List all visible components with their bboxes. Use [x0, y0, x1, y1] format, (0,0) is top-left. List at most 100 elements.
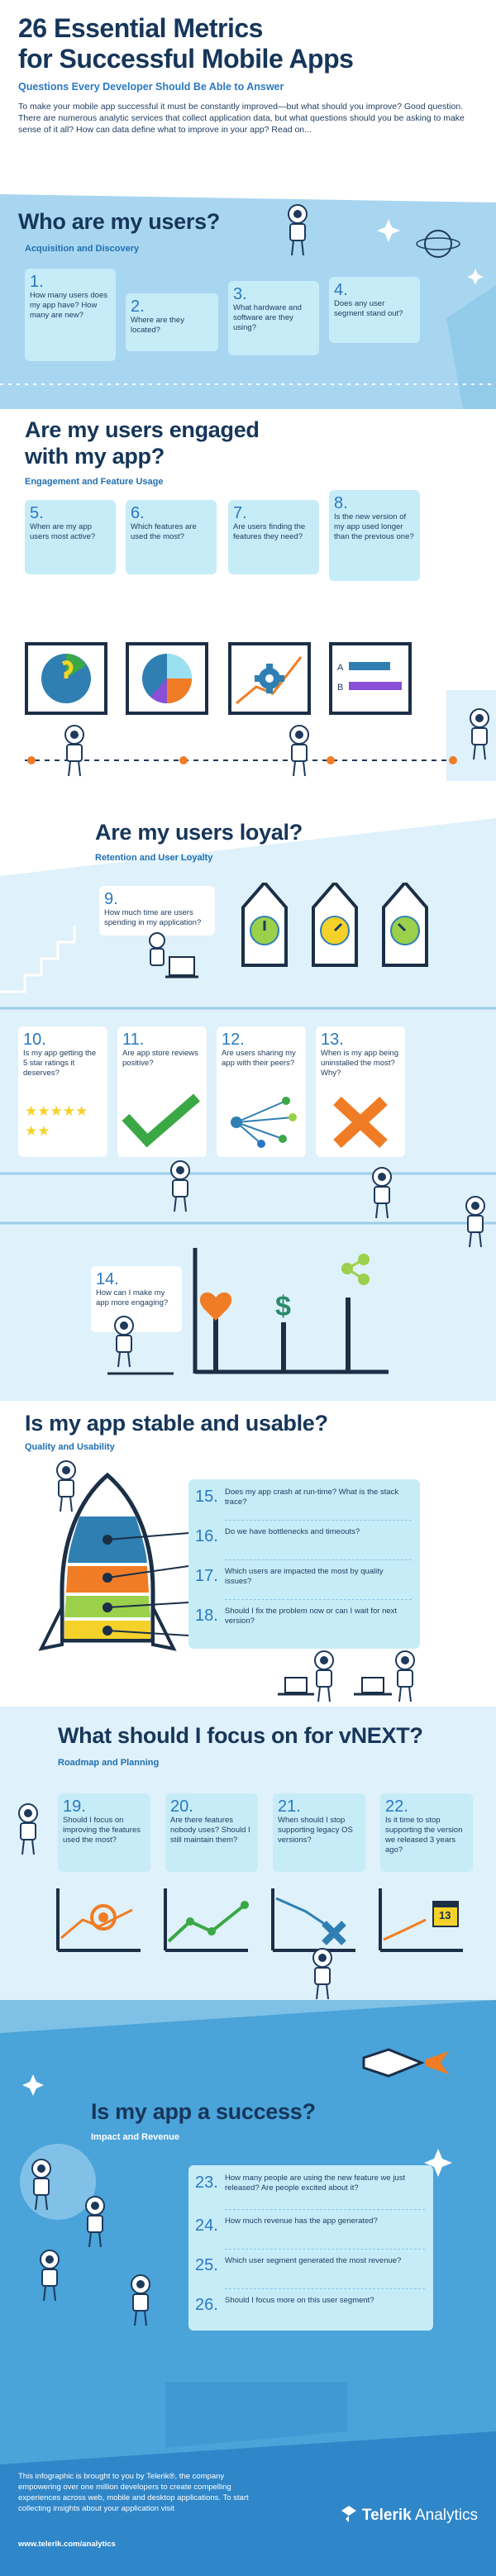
- question-text: Should I fix the problem now or can I wa…: [225, 1607, 398, 1626]
- question-text: How many users does my app have? How man…: [30, 291, 107, 320]
- question-card-5: 5. When are my app users most active?: [25, 500, 116, 574]
- intro-paragraph: To make your mobile app successful it mu…: [18, 102, 465, 135]
- page-subtitle: Questions Every Developer Should Be Able…: [18, 81, 284, 93]
- question-text: Does my app crash at run-time? What is t…: [225, 1488, 399, 1507]
- question-number: 1.: [30, 273, 44, 291]
- robot-icon: [288, 204, 308, 256]
- svg-text:A: A: [337, 663, 344, 673]
- question-text: Which features are used the most?: [131, 522, 197, 541]
- roadmap-charts-icon: [56, 1888, 463, 1952]
- robot-icon: [18, 1803, 38, 1855]
- divider: [225, 1559, 412, 1560]
- question-text: How many people are using the new featur…: [225, 2174, 406, 2193]
- question-card-6: 6. Which features are used the most?: [126, 500, 217, 574]
- question-text: Which users are impacted the most by qua…: [225, 1567, 384, 1586]
- question-number: 7.: [233, 504, 247, 522]
- question-number: 24.: [195, 2217, 218, 2235]
- question-row-26: 26. Should I focus more on this user seg…: [188, 2293, 433, 2329]
- robot-icon: [470, 708, 489, 760]
- question-row-16: 16. Do we have bottlenecks and timeouts?: [188, 1524, 420, 1560]
- question-number: 17.: [195, 1567, 218, 1585]
- question-number: 5.: [30, 504, 44, 522]
- infographic: 26 Essential Metrics for Successful Mobi…: [0, 0, 496, 2576]
- question-row-17: 17. Which users are impacted the most by…: [188, 1564, 420, 1600]
- bar-compare-frame: A B: [329, 642, 412, 715]
- question-text: Do we have bottlenecks and timeouts?: [225, 1527, 360, 1536]
- question-text: When are my app users most active?: [30, 522, 96, 541]
- section-engaged-title-line1: Are my users engaged: [25, 417, 260, 442]
- section-success: Is my app a success? Impact and Revenue …: [0, 2000, 496, 2382]
- question-text: Is the new version of my app used longer…: [334, 512, 414, 541]
- question-number: 25.: [195, 2256, 218, 2274]
- question-row-18: 18. Should I fix the problem now or can …: [188, 1603, 420, 1640]
- divider: [225, 2209, 425, 2210]
- robot-icon: [64, 725, 84, 777]
- question-number: 8.: [334, 494, 348, 512]
- pie-chart-icon: [142, 654, 192, 703]
- title-line-1: 26 Essential Metrics: [18, 13, 263, 43]
- section-success-title: Is my app a success?: [91, 2099, 316, 2124]
- question-number: 16.: [195, 1527, 218, 1545]
- question-number: 2.: [131, 298, 145, 316]
- question-card-8: 8. Is the new version of my app used lon…: [329, 490, 420, 581]
- clock-icon: [41, 654, 91, 703]
- brand-product: Analytics: [414, 2507, 478, 2524]
- question-text: Does any user segment stand out?: [334, 299, 403, 318]
- telerik-logo-icon: [341, 2506, 356, 2522]
- question-number: 23.: [195, 2174, 218, 2192]
- section-users-title: Who are my users?: [18, 209, 220, 234]
- dollar-sign-icon: $: [275, 1291, 291, 1322]
- robot-icon: [31, 2159, 51, 2211]
- question-row-25: 25. Which user segment generated the mos…: [188, 2253, 433, 2289]
- question-text: Are users finding the features they need…: [233, 522, 306, 541]
- question-row-24: 24. How much revenue has the app generat…: [188, 2213, 433, 2250]
- question-number: 3.: [233, 285, 247, 303]
- question-text: What hardware and software are they usin…: [233, 303, 302, 332]
- bar-compare-icon: A B: [337, 662, 402, 693]
- question-text: Which user segment generated the most re…: [225, 2256, 402, 2265]
- section-success-subtitle: Impact and Revenue: [91, 2132, 179, 2142]
- brand-logo: Telerik Analytics: [340, 2506, 478, 2525]
- footer-section: This infographic is brought to you by Te…: [0, 2382, 496, 2576]
- question-number: 6.: [131, 504, 145, 522]
- title-line-2: for Successful Mobile Apps: [18, 44, 354, 74]
- robot-icon: [40, 2250, 60, 2302]
- stable-questions-panel: 15. Does my app crash at run-time? What …: [188, 1479, 420, 1649]
- robot-icon: [131, 2274, 150, 2326]
- robot-icon: [114, 1316, 134, 1368]
- question-card-1: 1. How many users does my app have? How …: [25, 269, 116, 361]
- success-questions-panel: 23. How many people are using the new fe…: [188, 2165, 433, 2331]
- section-stable: Is my app stable and usable? Quality and…: [0, 1401, 496, 1707]
- robot-icon: [465, 1196, 485, 1248]
- footer-url-link[interactable]: www.telerik.com/analytics: [18, 2540, 116, 2549]
- question-row-15: 15. Does my app crash at run-time? What …: [188, 1484, 420, 1521]
- gear-icon: [236, 656, 303, 705]
- divider: [225, 2288, 425, 2289]
- section-loyal: Are my users loyal? Retention and User L…: [0, 785, 496, 1401]
- svg-text:B: B: [337, 683, 343, 693]
- robot-icon: [312, 1948, 332, 2000]
- question-text: Should I focus more on this user segment…: [225, 2296, 374, 2305]
- question-card-2: 2. Where are they located?: [126, 293, 218, 351]
- robot-icon: [372, 1167, 392, 1219]
- section-engaged-subtitle: Engagement and Feature Usage: [25, 477, 164, 487]
- section-engaged-title-line2: with my app?: [25, 444, 165, 469]
- robot-icon: [85, 2196, 105, 2248]
- question-number: 15.: [195, 1488, 218, 1506]
- pie-chart-frame: [126, 642, 208, 715]
- engagement-chart-icon: [107, 1248, 389, 1375]
- brand-name: Telerik: [361, 2507, 412, 2524]
- question-number: 4.: [334, 281, 348, 299]
- footer-description: This infographic is brought to you by Te…: [18, 2472, 249, 2513]
- header-section: 26 Essential Metrics for Successful Mobi…: [0, 0, 496, 194]
- section-users: Who are my users? Acquisition and Discov…: [0, 186, 496, 409]
- clock-frame: [25, 642, 107, 715]
- section-engaged: Are my users engaged with my app? Engage…: [0, 409, 496, 785]
- question-text: How much revenue has the app generated?: [225, 2217, 378, 2226]
- divider: [225, 1599, 412, 1600]
- question-card-3: 3. What hardware and software are they u…: [228, 281, 319, 355]
- robot-icon: [395, 1650, 415, 1702]
- question-text: Where are they located?: [131, 316, 184, 335]
- question-row-23: 23. How many people are using the new fe…: [188, 2170, 433, 2210]
- gear-chart-frame: [228, 642, 311, 715]
